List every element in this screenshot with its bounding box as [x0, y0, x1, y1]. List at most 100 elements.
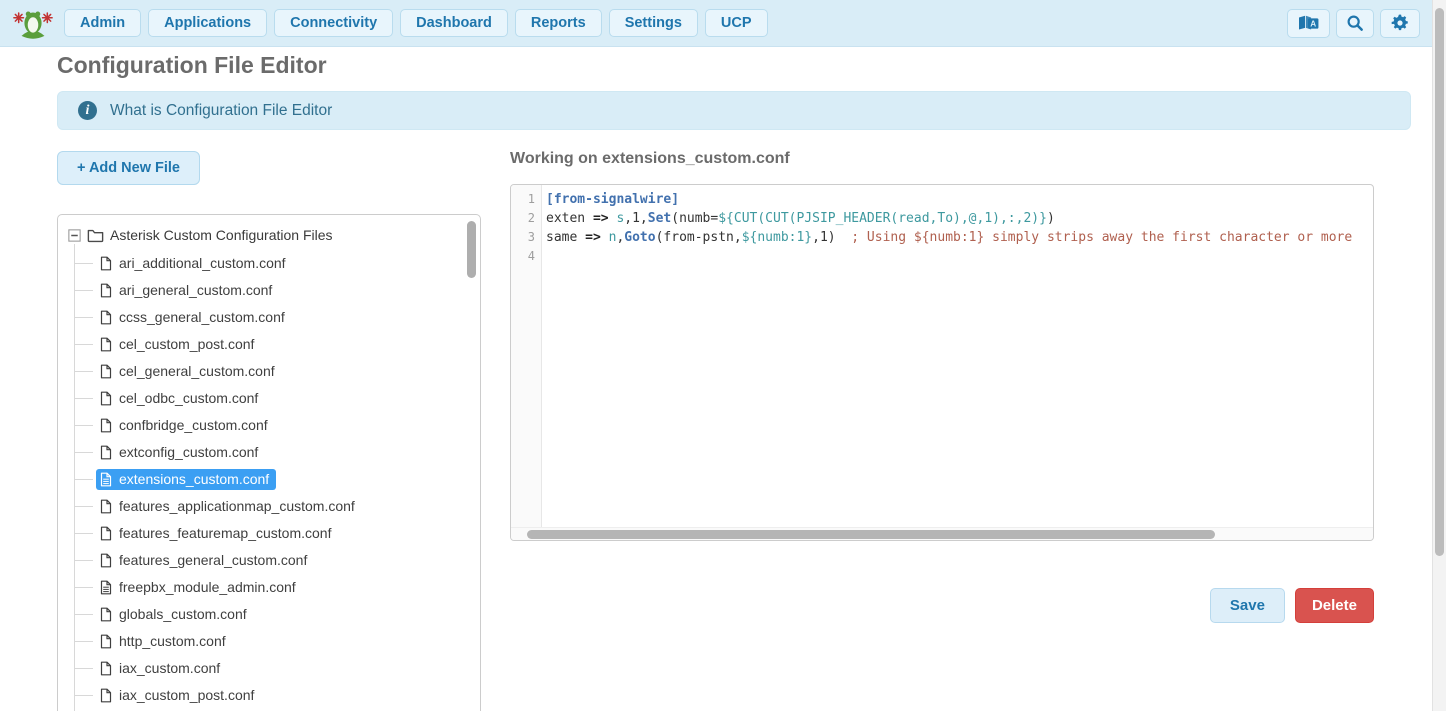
tree-item-cel_odbc_custom.conf[interactable]: cel_odbc_custom.conf: [58, 385, 480, 412]
file-icon: [100, 391, 112, 406]
file-icon: [100, 310, 112, 325]
collapse-expander-icon[interactable]: [68, 229, 81, 242]
page-scrollbar-thumb[interactable]: [1435, 8, 1444, 556]
page-title: Configuration File Editor: [57, 52, 327, 79]
tree-scrollbar-thumb[interactable]: [467, 221, 476, 278]
tree-root-row[interactable]: Asterisk Custom Configuration Files: [58, 223, 480, 247]
file-name: iax_custom.conf: [119, 660, 220, 676]
code-line-1[interactable]: 1[from-signalwire]: [511, 190, 1373, 209]
file-name: ari_general_custom.conf: [119, 282, 272, 298]
line-number: 4: [511, 247, 542, 266]
working-on-heading: Working on extensions_custom.conf: [510, 150, 790, 168]
file-icon: [100, 445, 112, 460]
nav-item-applications[interactable]: Applications: [148, 9, 267, 37]
code-line-4[interactable]: 4: [511, 247, 1373, 266]
nav-item-settings[interactable]: Settings: [609, 9, 698, 37]
delete-button[interactable]: Delete: [1295, 588, 1374, 623]
tree-root-label: Asterisk Custom Configuration Files: [110, 227, 333, 243]
nav-item-admin[interactable]: Admin: [64, 9, 141, 37]
file-chip[interactable]: extensions_custom.conf: [96, 469, 276, 490]
freepbx-logo[interactable]: [12, 8, 54, 39]
file-chip[interactable]: globals_custom.conf: [96, 604, 254, 625]
file-chip[interactable]: ari_additional_custom.conf: [96, 253, 293, 274]
add-new-file-button[interactable]: + Add New File: [57, 151, 200, 185]
line-number: 2: [511, 209, 542, 228]
file-name: cel_custom_post.conf: [119, 336, 254, 352]
file-chip[interactable]: features_applicationmap_custom.conf: [96, 496, 362, 517]
language-icon: A: [1297, 14, 1320, 33]
tree-item-ccss_general_custom.conf[interactable]: ccss_general_custom.conf: [58, 304, 480, 331]
settings-button[interactable]: [1380, 9, 1420, 38]
file-chip[interactable]: iax_custom.conf: [96, 658, 227, 679]
file-icon: [100, 661, 112, 676]
file-chip[interactable]: cel_custom_post.conf: [96, 334, 261, 355]
file-name: features_applicationmap_custom.conf: [119, 498, 355, 514]
code-line-content: [from-signalwire]: [542, 190, 679, 209]
file-name: extensions_custom.conf: [119, 471, 269, 487]
frog-logo-icon: [12, 8, 54, 39]
tree-item-ari_additional_custom.conf[interactable]: ari_additional_custom.conf: [58, 250, 480, 277]
file-chip[interactable]: ari_general_custom.conf: [96, 280, 279, 301]
editor-code-area[interactable]: 1[from-signalwire]2exten => s,1,Set(numb…: [511, 190, 1373, 266]
file-icon: [100, 634, 112, 649]
file-name: globals_custom.conf: [119, 606, 247, 622]
code-editor[interactable]: 1[from-signalwire]2exten => s,1,Set(numb…: [510, 184, 1374, 541]
file-icon: [100, 553, 112, 568]
editor-horizontal-scrollbar: [511, 527, 1373, 540]
tree-item-cel_general_custom.conf[interactable]: cel_general_custom.conf: [58, 358, 480, 385]
file-name: iax_custom_post.conf: [119, 687, 254, 703]
file-chip[interactable]: confbridge_custom.conf: [96, 415, 275, 436]
file-icon: [100, 499, 112, 514]
top-navbar: AdminApplicationsConnectivityDashboardRe…: [0, 0, 1446, 47]
save-button[interactable]: Save: [1210, 588, 1285, 623]
tree-item-iax_custom_post.conf[interactable]: iax_custom_post.conf: [58, 682, 480, 709]
file-chip[interactable]: cel_odbc_custom.conf: [96, 388, 265, 409]
tree-item-cel_custom_post.conf[interactable]: cel_custom_post.conf: [58, 331, 480, 358]
info-banner[interactable]: i What is Configuration File Editor: [57, 91, 1411, 130]
code-line-content: exten => s,1,Set(numb=${CUT(CUT(PJSIP_HE…: [542, 209, 1055, 228]
file-chip[interactable]: extconfig_custom.conf: [96, 442, 265, 463]
tree-item-ari_general_custom.conf[interactable]: ari_general_custom.conf: [58, 277, 480, 304]
file-icon: [100, 364, 112, 379]
nav-item-connectivity[interactable]: Connectivity: [274, 9, 393, 37]
svg-text:A: A: [1310, 19, 1316, 28]
code-line-2[interactable]: 2exten => s,1,Set(numb=${CUT(CUT(PJSIP_H…: [511, 209, 1373, 228]
file-chip[interactable]: freepbx_module_admin.conf: [96, 577, 303, 598]
code-line-3[interactable]: 3same => n,Goto(from-pstn,${numb:1},1) ;…: [511, 228, 1373, 247]
file-name: features_general_custom.conf: [119, 552, 307, 568]
language-button[interactable]: A: [1287, 9, 1330, 38]
tree-item-extconfig_custom.conf[interactable]: extconfig_custom.conf: [58, 439, 480, 466]
editor-hscrollbar-thumb[interactable]: [527, 530, 1215, 539]
nav-item-ucp[interactable]: UCP: [705, 9, 768, 37]
file-chip[interactable]: iax_custom_post.conf: [96, 685, 261, 706]
file-chip[interactable]: features_general_custom.conf: [96, 550, 314, 571]
nav-item-dashboard[interactable]: Dashboard: [400, 9, 508, 37]
tree-item-features_applicationmap_custom.conf[interactable]: features_applicationmap_custom.conf: [58, 493, 480, 520]
tree-item-extensions_custom.conf[interactable]: extensions_custom.conf: [58, 466, 480, 493]
file-name: cel_general_custom.conf: [119, 363, 275, 379]
tree-item-http_custom.conf[interactable]: http_custom.conf: [58, 628, 480, 655]
file-icon: [100, 418, 112, 433]
navbar-icon-buttons: A: [1287, 9, 1420, 38]
search-button[interactable]: [1336, 9, 1374, 38]
file-chip[interactable]: ccss_general_custom.conf: [96, 307, 292, 328]
tree-item-confbridge_custom.conf[interactable]: confbridge_custom.conf: [58, 412, 480, 439]
file-name: features_featuremap_custom.conf: [119, 525, 331, 541]
tree-item-globals_custom.conf[interactable]: globals_custom.conf: [58, 601, 480, 628]
tree-item-iax_custom.conf[interactable]: iax_custom.conf: [58, 655, 480, 682]
file-chip[interactable]: http_custom.conf: [96, 631, 233, 652]
file-chip[interactable]: features_featuremap_custom.conf: [96, 523, 338, 544]
tree-item-features_general_custom.conf[interactable]: features_general_custom.conf: [58, 547, 480, 574]
code-line-content: same => n,Goto(from-pstn,${numb:1},1) ; …: [542, 228, 1352, 247]
file-icon: [100, 607, 112, 622]
tree-item-features_featuremap_custom.conf[interactable]: features_featuremap_custom.conf: [58, 520, 480, 547]
file-icon: [100, 526, 112, 541]
file-tree-panel: Asterisk Custom Configuration Files ari_…: [57, 214, 481, 711]
info-banner-text: What is Configuration File Editor: [110, 102, 332, 120]
tree-item-freepbx_module_admin.conf[interactable]: freepbx_module_admin.conf: [58, 574, 480, 601]
file-name: ccss_general_custom.conf: [119, 309, 285, 325]
info-icon: i: [78, 101, 97, 120]
file-icon: [100, 283, 112, 298]
nav-item-reports[interactable]: Reports: [515, 9, 602, 37]
file-chip[interactable]: cel_general_custom.conf: [96, 361, 282, 382]
